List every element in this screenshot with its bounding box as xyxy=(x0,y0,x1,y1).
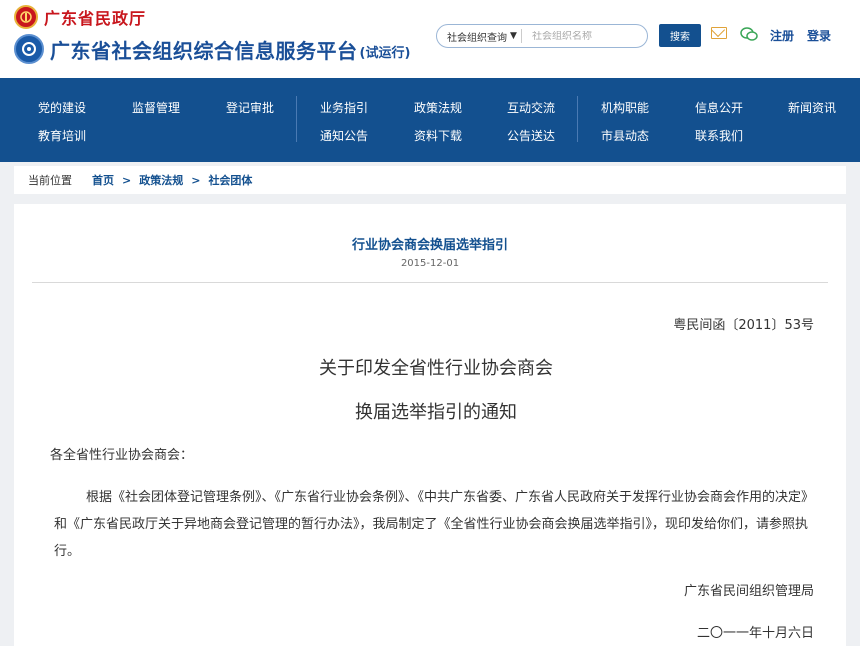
search-input[interactable] xyxy=(522,30,642,42)
search-box: 社会组织查询 ▼ xyxy=(436,24,648,48)
breadcrumb-policy[interactable]: 政策法规 xyxy=(139,172,183,188)
site-header: 广东省民政厅 广东省社会组织综合信息服务平台 (试运行) 社会组织查询 ▼ 搜索… xyxy=(0,0,860,78)
caret-down-icon: ▼ xyxy=(510,31,517,41)
platform-logo-icon xyxy=(14,34,44,64)
emblem-icon xyxy=(14,5,38,29)
mail-icon[interactable] xyxy=(711,27,727,39)
main-nav: 党的建设 监督管理 登记审批 业务指引 政策法规 互动交流 机构职能 信息公开 … xyxy=(0,78,860,162)
nav-item-downloads[interactable]: 资料下载 xyxy=(414,127,462,144)
nav-item-registration[interactable]: 登记审批 xyxy=(226,99,274,116)
site-logo[interactable]: 广东省社会组织综合信息服务平台 (试运行) xyxy=(14,34,410,64)
nav-item-news[interactable]: 新闻资讯 xyxy=(788,99,836,116)
nav-item-institution[interactable]: 机构职能 xyxy=(601,99,649,116)
breadcrumb-separator: > xyxy=(191,173,201,187)
nav-item-announcements[interactable]: 公告送达 xyxy=(507,127,555,144)
breadcrumb-home[interactable]: 首页 xyxy=(92,172,114,188)
nav-divider xyxy=(296,96,297,142)
nav-item-supervision[interactable]: 监督管理 xyxy=(132,99,180,116)
site-title: 广东省社会组织综合信息服务平台 xyxy=(50,38,358,63)
nav-item-info-disclosure[interactable]: 信息公开 xyxy=(695,99,743,116)
register-link[interactable]: 注册 xyxy=(770,27,794,44)
document-title-line1: 关于印发全省性行业协会商会 xyxy=(319,358,553,379)
search-type-value: 社会组织查询 xyxy=(447,32,507,44)
breadcrumb-label: 当前位置 xyxy=(28,174,72,187)
site-title-suffix: (试运行) xyxy=(359,46,411,61)
article-date: 2015-12-01 xyxy=(400,258,460,269)
nav-item-interaction[interactable]: 互动交流 xyxy=(507,99,555,116)
divider xyxy=(32,282,828,283)
breadcrumb-separator: > xyxy=(122,173,132,187)
nav-divider xyxy=(577,96,578,142)
wechat-icon[interactable] xyxy=(740,26,758,42)
document-number: 粤民间函〔2011〕53号 xyxy=(673,318,814,333)
nav-item-contact[interactable]: 联系我们 xyxy=(695,127,743,144)
breadcrumb: 当前位置 首页 > 政策法规 > 社会团体 xyxy=(14,166,846,194)
breadcrumb-social-groups[interactable]: 社会团体 xyxy=(208,172,252,188)
document-sign-date: 二〇一一年十月六日 xyxy=(696,626,814,641)
nav-item-local-news[interactable]: 市县动态 xyxy=(601,127,649,144)
nav-item-policy[interactable]: 政策法规 xyxy=(414,99,462,116)
org-brand[interactable]: 广东省民政厅 xyxy=(14,4,146,30)
article-panel: 行业协会商会换届选举指引 2015-12-01 粤民间函〔2011〕53号 关于… xyxy=(14,204,846,646)
login-link[interactable]: 登录 xyxy=(807,27,831,44)
search-button[interactable]: 搜索 xyxy=(659,24,701,47)
nav-item-notices[interactable]: 通知公告 xyxy=(320,127,368,144)
document-salutation: 各全省性行业协会商会： xyxy=(50,448,194,463)
nav-item-party[interactable]: 党的建设 xyxy=(38,99,86,116)
document-signer: 广东省民间组织管理局 xyxy=(683,584,814,599)
nav-item-training[interactable]: 教育培训 xyxy=(38,127,86,144)
search-type-select[interactable]: 社会组织查询 ▼ xyxy=(437,29,521,44)
document-body: 根据《社会团体登记管理条例》、《广东省行业协会条例》、《中共广东省委、广东省人民… xyxy=(54,490,815,559)
nav-item-business-guide[interactable]: 业务指引 xyxy=(320,99,368,116)
org-name: 广东省民政厅 xyxy=(44,9,147,28)
document-title-line2: 换届选举指引的通知 xyxy=(355,402,517,423)
article-title: 行业协会商会换届选举指引 xyxy=(351,238,508,253)
